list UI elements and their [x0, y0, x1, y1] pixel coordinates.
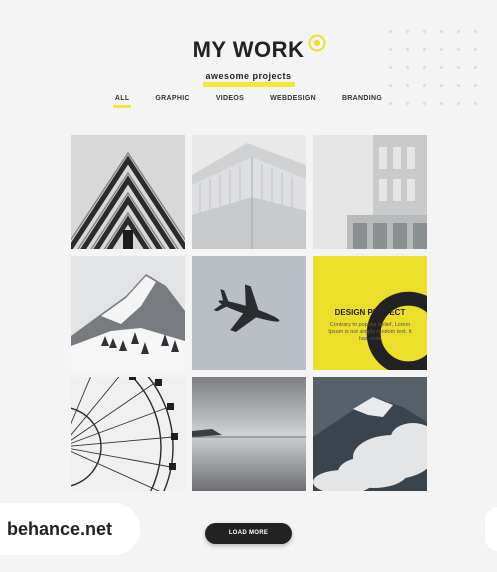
tile-design-project[interactable]: DESIGN PROJECT Contrary to popular belie… [313, 256, 427, 370]
tile-misty-mountains[interactable] [313, 377, 427, 491]
concrete-building-image [313, 135, 427, 249]
decorative-dot [440, 66, 443, 69]
decorative-dot [423, 66, 426, 69]
decorative-dot [440, 84, 443, 87]
portfolio-page: MY WORK awesome projects ALL GRAPHIC VID… [0, 0, 497, 572]
airplane-image [192, 256, 306, 370]
decorative-dot [440, 30, 443, 33]
design-project-overlay: DESIGN PROJECT Contrary to popular belie… [313, 256, 427, 370]
decorative-dot [457, 66, 460, 69]
tile-ferris-wheel[interactable] [71, 377, 185, 491]
filter-webdesign[interactable]: WEBDESIGN [257, 95, 329, 102]
tile-architecture-angles[interactable] [71, 135, 185, 249]
load-more-button[interactable]: LOAD MORE [205, 523, 292, 544]
page-title-text: MY WORK [192, 37, 305, 62]
filter-videos[interactable]: VIDEOS [203, 95, 257, 102]
filter-graphic[interactable]: GRAPHIC [142, 95, 202, 102]
decorative-dot [389, 66, 392, 69]
decorative-dot [389, 102, 392, 105]
page-subtitle-text: awesome projects [205, 71, 292, 81]
page-subtitle: awesome projects [202, 64, 295, 88]
decorative-dot [440, 102, 443, 105]
decorative-dot [457, 102, 460, 105]
right-edge-tab [485, 507, 497, 551]
header: MY WORK awesome projects [0, 34, 497, 87]
decorative-dot [406, 102, 409, 105]
tile-snowy-mountain[interactable] [71, 256, 185, 370]
decorative-dot [474, 84, 477, 87]
design-project-text: Contrary to popular belief, Lorem Ipsum … [328, 322, 412, 342]
decorative-dot [423, 84, 426, 87]
white-building-image [192, 135, 306, 249]
page-title: MY WORK awesome projects [192, 34, 326, 87]
filter-all[interactable]: ALL [102, 95, 143, 108]
decorative-dot [406, 84, 409, 87]
filter-branding[interactable]: BRANDING [329, 95, 395, 102]
decorative-dot [423, 102, 426, 105]
tile-airplane[interactable] [192, 256, 306, 370]
filter-nav: ALL GRAPHIC VIDEOS WEBDESIGN BRANDING [0, 95, 497, 108]
calm-lake-image [192, 377, 306, 491]
decorative-dot [474, 30, 477, 33]
decorative-dot [474, 66, 477, 69]
watermark-badge: behance.net [0, 503, 140, 555]
decorative-dot [389, 30, 392, 33]
tile-white-building-blocks[interactable] [192, 135, 306, 249]
watermark-text: behance.net [7, 519, 113, 539]
decorative-dot [457, 30, 460, 33]
decorative-dot [406, 30, 409, 33]
decorative-dot [457, 84, 460, 87]
decorative-dot [474, 102, 477, 105]
tile-calm-lake[interactable] [192, 377, 306, 491]
misty-mountains-image [313, 377, 427, 491]
decorative-dot [423, 30, 426, 33]
design-project-title: DESIGN PROJECT [334, 308, 406, 317]
decorative-dot [406, 66, 409, 69]
subtitle-highlight [202, 82, 295, 87]
ferris-wheel-image [71, 377, 185, 491]
decorative-dot [389, 84, 392, 87]
tile-concrete-building[interactable] [313, 135, 427, 249]
yellow-ring-icon [308, 34, 326, 52]
snowy-mountain-image [71, 256, 185, 370]
portfolio-grid: DESIGN PROJECT Contrary to popular belie… [71, 135, 427, 491]
architecture-angles-image [71, 135, 185, 249]
